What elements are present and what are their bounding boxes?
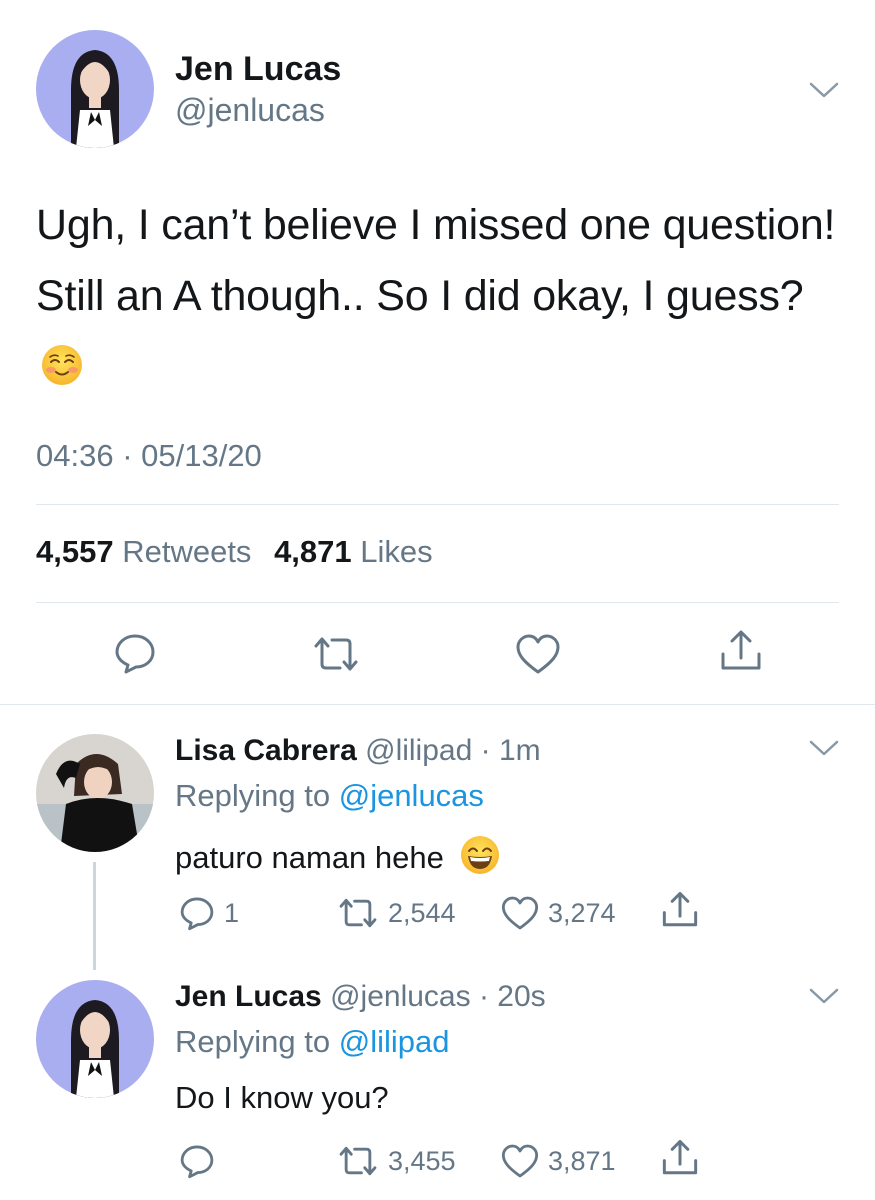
reply-text: Do I know you?: [175, 1080, 389, 1115]
like-count: 3,274: [548, 897, 616, 928]
reply-action[interactable]: 1: [178, 894, 239, 932]
likes-count[interactable]: 4,871: [274, 534, 352, 569]
reply-count: 1: [224, 897, 240, 928]
reply-author-avatar[interactable]: [36, 734, 154, 852]
reply-author-avatar[interactable]: [36, 980, 154, 1098]
like-action[interactable]: 3,274: [500, 894, 616, 932]
engagement-stats: 4,557 Retweets 4,871 Likes: [36, 534, 447, 570]
share-action[interactable]: [660, 1138, 708, 1178]
thread-connector: [93, 862, 96, 970]
reply-author-handle[interactable]: @jenlucas: [330, 980, 471, 1013]
replying-to-line: Replying to @lilipad: [175, 1024, 449, 1060]
like-action[interactable]: 3,871: [500, 1142, 616, 1180]
retweets-count[interactable]: 4,557: [36, 534, 114, 569]
tweet-body: Ugh, I can’t believe I missed one questi…: [36, 201, 836, 320]
reply-action[interactable]: [178, 1142, 224, 1180]
reply-author-name[interactable]: Jen Lucas: [175, 980, 322, 1013]
reply-time[interactable]: · 1m: [481, 734, 541, 767]
like-count: 3,871: [548, 1145, 616, 1176]
divider: [36, 504, 839, 505]
author-name[interactable]: Jen Lucas: [175, 50, 341, 89]
reply-author-handle[interactable]: @lilipad: [365, 734, 472, 767]
replying-to-prefix: Replying to: [175, 778, 331, 813]
divider: [36, 602, 839, 603]
replying-to-prefix: Replying to: [175, 1024, 331, 1059]
author-avatar[interactable]: [36, 30, 154, 148]
replying-to-line: Replying to @jenlucas: [175, 778, 484, 814]
like-icon[interactable]: [514, 632, 562, 676]
retweet-icon[interactable]: [310, 634, 362, 674]
retweets-label[interactable]: Retweets: [122, 534, 251, 569]
retweet-count: 2,544: [388, 897, 456, 928]
grinning-face-emoji: [459, 834, 501, 876]
reply-text: paturo naman hehe: [175, 834, 501, 876]
replying-to-mention[interactable]: @lilipad: [339, 1024, 450, 1059]
retweet-count: 3,455: [388, 1145, 456, 1176]
tweet-timestamp[interactable]: 04:36 · 05/13/20: [36, 438, 262, 474]
chevron-down-icon[interactable]: [808, 738, 840, 758]
share-icon[interactable]: [718, 628, 764, 674]
retweet-action[interactable]: 3,455: [336, 1144, 456, 1178]
retweet-action[interactable]: 2,544: [336, 896, 456, 930]
chevron-down-icon[interactable]: [808, 80, 840, 100]
share-action[interactable]: [660, 890, 708, 930]
reply-time[interactable]: · 20s: [479, 980, 546, 1013]
reply-body: paturo naman hehe: [175, 840, 444, 875]
reply-icon[interactable]: [112, 630, 158, 676]
reply-author-name[interactable]: Lisa Cabrera: [175, 734, 357, 767]
reply-header: Jen Lucas @jenlucas · 20s: [175, 980, 546, 1014]
divider: [0, 704, 875, 705]
author-handle[interactable]: @jenlucas: [175, 92, 325, 129]
chevron-down-icon[interactable]: [808, 986, 840, 1006]
smiling-face-with-blush-emoji: [40, 338, 84, 385]
likes-label[interactable]: Likes: [360, 534, 432, 569]
tweet-text: Ugh, I can’t believe I missed one questi…: [36, 190, 836, 403]
reply-header: Lisa Cabrera @lilipad · 1m: [175, 734, 541, 768]
replying-to-mention[interactable]: @jenlucas: [339, 778, 484, 813]
